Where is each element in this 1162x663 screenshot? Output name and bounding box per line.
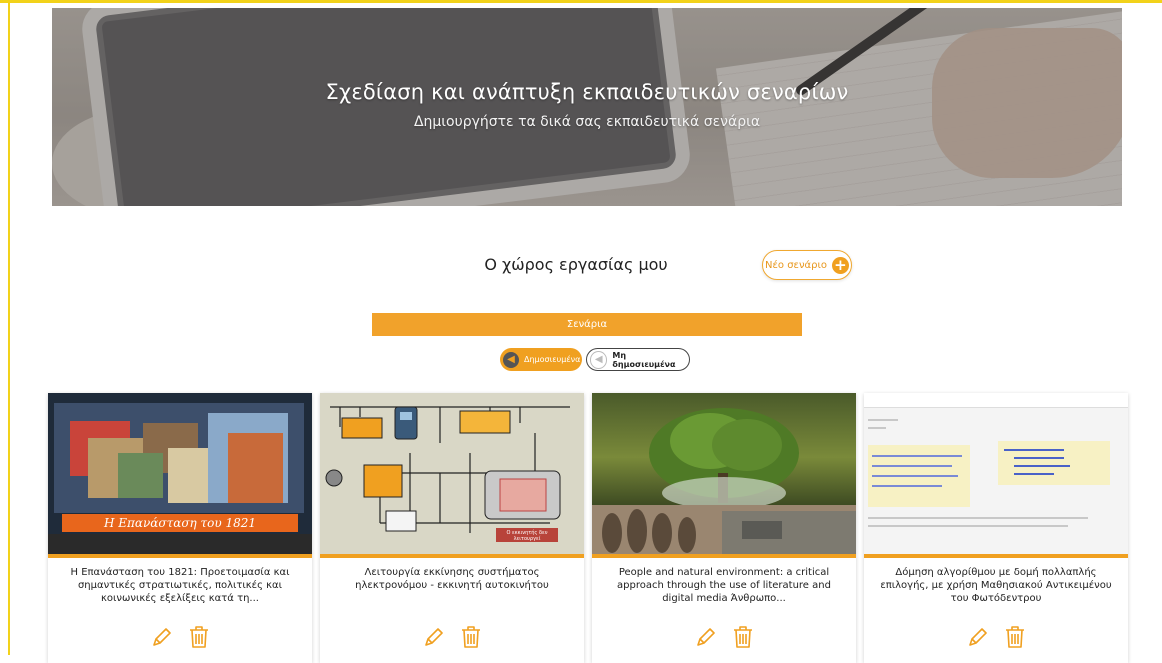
scenario-title[interactable]: People and natural environment: a critic… <box>604 566 844 605</box>
pencil-icon[interactable] <box>422 625 446 653</box>
thumb-banner: Η Επανάσταση του 1821 <box>62 514 298 532</box>
trash-icon[interactable] <box>460 625 482 653</box>
scenario-card[interactable]: Ο εκκινητής δεν λειτουργεί Λειτουργία εκ… <box>320 393 584 663</box>
new-scenario-label: Νέο σενάριο <box>765 259 827 271</box>
filter-unpublished-label: Μη δημοσιευμένα <box>612 350 676 369</box>
new-scenario-button[interactable]: Νέο σενάριο + <box>762 250 852 280</box>
hero-banner: Σχεδίαση και ανάπτυξη εκπαιδευτικών σενα… <box>52 8 1122 206</box>
scenario-card[interactable]: People and natural environment: a critic… <box>592 393 856 663</box>
frame-top-border <box>0 0 1162 3</box>
scenario-thumbnail[interactable]: Ο εκκινητής δεν λειτουργεί <box>320 393 584 554</box>
megaphone-icon: ◀ <box>590 350 608 369</box>
workspace-title: Ο χώρος εργασίας μου <box>484 255 668 274</box>
scenario-thumbnail[interactable] <box>592 393 856 554</box>
scenario-title[interactable]: Δόμηση αλγορίθμου με δομή πολλαπλής επιλ… <box>876 566 1116 605</box>
hero-subtitle: Δημιουργήστε τα δικά σας εκπαιδευτικά σε… <box>413 114 761 130</box>
pencil-icon[interactable] <box>694 625 718 653</box>
pencil-icon[interactable] <box>150 625 174 653</box>
trash-icon[interactable] <box>732 625 754 653</box>
megaphone-icon: ◀ <box>503 351 519 368</box>
scenario-thumbnail[interactable]: Η Επανάσταση του 1821 <box>48 393 312 554</box>
scenario-card[interactable]: Δόμηση αλγορίθμου με δομή πολλαπλής επιλ… <box>864 393 1128 663</box>
scenarios-section-bar: Σενάρια <box>372 313 802 336</box>
scenario-thumbnail[interactable] <box>864 393 1128 554</box>
trash-icon[interactable] <box>1004 625 1026 653</box>
filter-unpublished-button[interactable]: ◀ Μη δημοσιευμένα <box>586 348 690 371</box>
plus-icon: + <box>831 256 849 274</box>
scenario-title[interactable]: Η Επανάσταση του 1821: Προετοιμασία και … <box>60 566 300 605</box>
thumb-caption: Ο εκκινητής δεν λειτουργεί <box>506 530 548 542</box>
frame-left-border <box>8 0 10 655</box>
hero-title: Σχεδίαση και ανάπτυξη εκπαιδευτικών σενα… <box>325 80 849 104</box>
filter-published-label: Δημοσιευμένα <box>524 355 581 364</box>
trash-icon[interactable] <box>188 625 210 653</box>
pencil-icon[interactable] <box>966 625 990 653</box>
scenario-card[interactable]: Η Επανάσταση του 1821 Η Επανάσταση του 1… <box>48 393 312 663</box>
scenario-title[interactable]: Λειτουργία εκκίνησης συστήματος ηλεκτρον… <box>332 566 572 592</box>
filter-published-button[interactable]: ◀ Δημοσιευμένα <box>500 348 582 371</box>
